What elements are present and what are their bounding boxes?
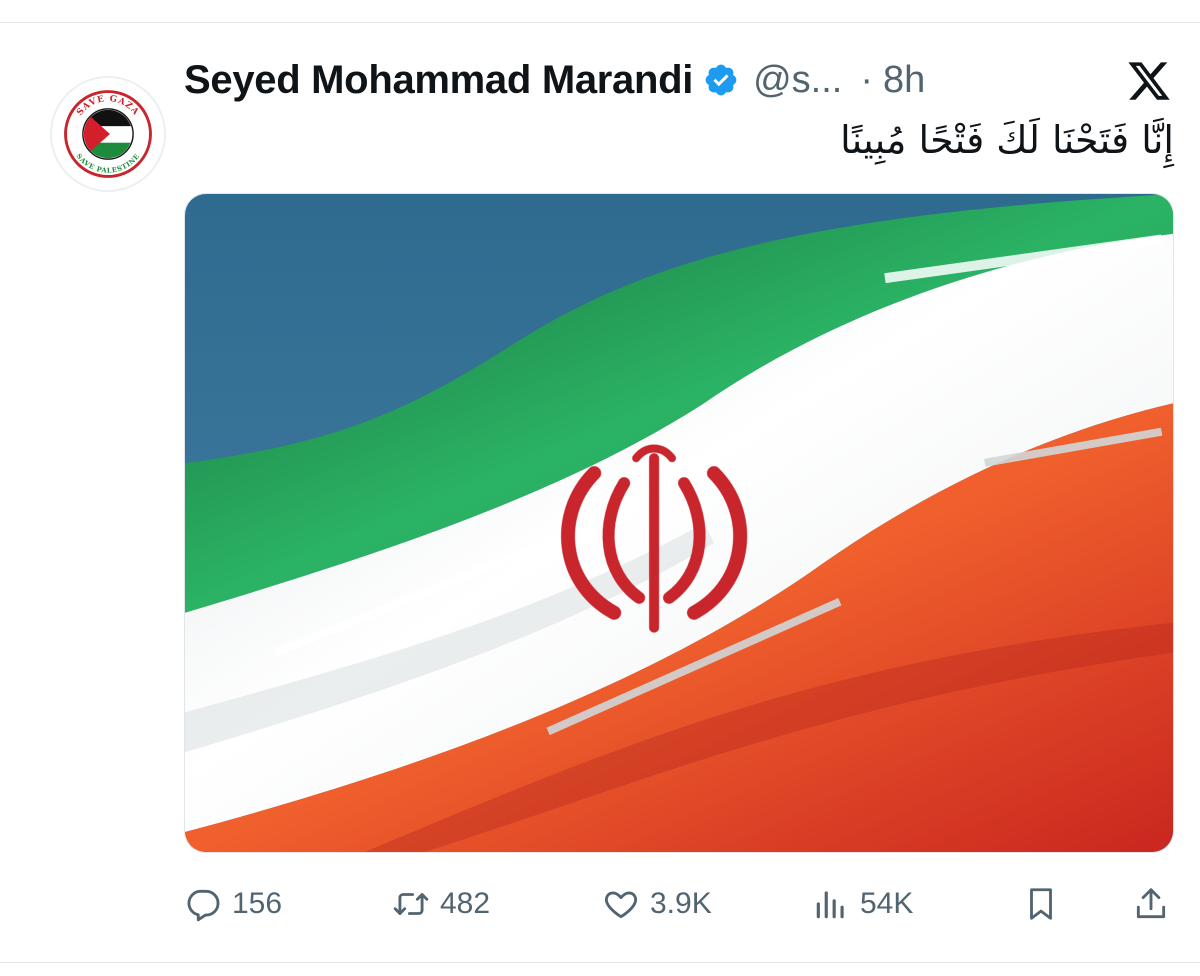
timestamp[interactable]: 8h (883, 59, 925, 102)
verified-badge-icon[interactable] (703, 62, 739, 98)
repost-button[interactable]: 482 (392, 876, 490, 932)
heart-icon (602, 885, 640, 923)
reply-icon (184, 885, 222, 923)
top-divider (0, 22, 1200, 23)
tweet-text: إِنَّا فَتَحْنَا لَكَ فَتْحًا مُبِينًا (840, 118, 1174, 162)
views-icon (812, 885, 850, 923)
share-icon (1132, 885, 1170, 923)
separator-dot: · (860, 58, 873, 101)
views-button[interactable]: 54K (812, 876, 913, 932)
views-count: 54K (860, 887, 914, 920)
iran-flag-photo-icon (185, 194, 1173, 852)
repost-icon (392, 885, 430, 923)
bottom-divider (0, 962, 1200, 963)
bookmark-icon (1022, 885, 1060, 923)
tweet-header: Seyed Mohammad Marandi @s... · 8h (184, 52, 925, 108)
x-logo-icon (1126, 58, 1172, 104)
display-name[interactable]: Seyed Mohammad Marandi (184, 58, 693, 103)
reply-button[interactable]: 156 (184, 876, 282, 932)
handle[interactable]: @s... (753, 59, 842, 102)
tweet-media-image[interactable] (184, 193, 1174, 853)
avatar[interactable]: SAVE GAZA SAVE PALESTINE (50, 76, 166, 192)
share-button[interactable] (1132, 876, 1170, 932)
like-count: 3.9K (650, 887, 712, 920)
like-button[interactable]: 3.9K (602, 876, 712, 932)
bookmark-button[interactable] (1022, 876, 1060, 932)
save-gaza-badge-icon: SAVE GAZA SAVE PALESTINE (64, 90, 152, 178)
tweet-actions: 156 482 3.9K 54K (184, 876, 1174, 932)
repost-count: 482 (440, 887, 491, 920)
reply-count: 156 (232, 887, 283, 920)
